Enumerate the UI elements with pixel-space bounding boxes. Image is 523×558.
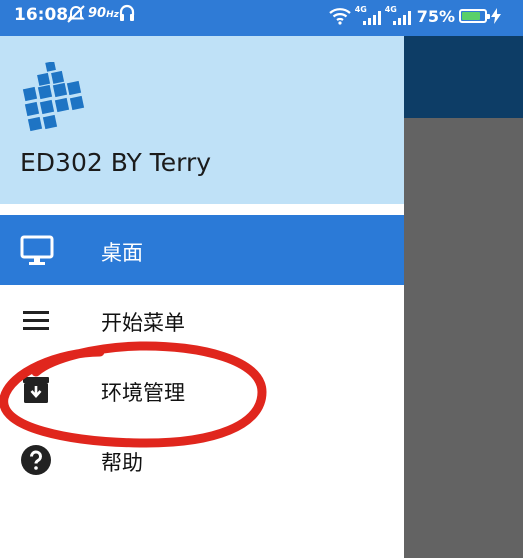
archive-download-icon — [23, 377, 49, 403]
menu-icon — [23, 311, 49, 330]
monitor-icon — [20, 235, 54, 265]
signal-bars-icon — [362, 11, 381, 25]
app-logo-icon — [22, 62, 85, 132]
notification-muted-icon — [67, 5, 85, 23]
drawer-item-environment[interactable]: 环境管理 — [0, 355, 404, 425]
drawer-header-title: ED302 BY Terry — [20, 148, 212, 177]
refresh-rate-indicator: 90Hz — [88, 6, 119, 21]
battery-icon — [459, 9, 490, 23]
navigation-drawer: ED302 BY Terry 桌面 开始菜单 环境管理 帮助 — [0, 36, 404, 558]
drawer-header: ED302 BY Terry — [0, 36, 404, 204]
app-toolbar-dimmed[interactable] — [404, 36, 523, 118]
drawer-item-desktop[interactable]: 桌面 — [0, 215, 404, 285]
drawer-item-help[interactable]: 帮助 — [0, 425, 404, 495]
cell-signal-1: 4G — [355, 5, 381, 25]
drawer-item-label: 开始菜单 — [101, 311, 185, 335]
status-time: 16:08 — [14, 5, 69, 25]
refresh-rate-unit: Hz — [106, 10, 119, 20]
drawer-scrim[interactable] — [404, 118, 523, 558]
wifi-icon — [328, 8, 351, 25]
signal-bars-icon — [392, 11, 411, 25]
drawer-item-label: 环境管理 — [101, 381, 185, 405]
status-right-group: 4G 4G 75% — [328, 4, 501, 28]
refresh-rate-value: 90 — [88, 6, 107, 21]
drawer-item-label: 桌面 — [101, 241, 143, 265]
charging-bolt-icon — [491, 8, 501, 24]
help-circle-icon — [21, 445, 51, 475]
header-divider — [0, 204, 404, 213]
battery-percent: 75% — [416, 6, 455, 26]
status-bar: 16:08 90Hz 4G 4G 75% — [0, 0, 523, 36]
headphone-icon — [119, 4, 135, 21]
drawer-item-label: 帮助 — [101, 451, 143, 475]
cell-signal-2: 4G — [385, 5, 411, 25]
drawer-item-start-menu[interactable]: 开始菜单 — [0, 285, 404, 355]
